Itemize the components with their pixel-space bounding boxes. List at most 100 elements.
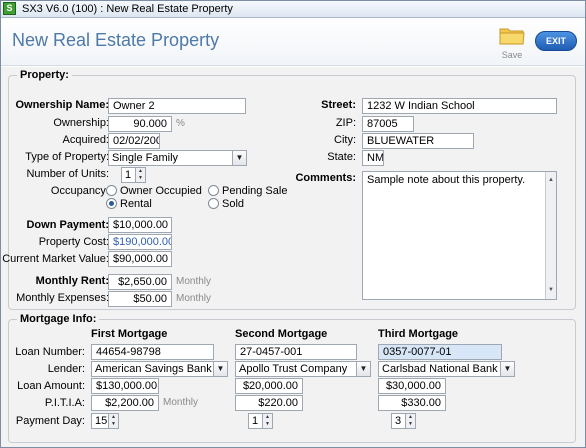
number-of-units-label: Number of Units:	[26, 168, 109, 180]
chevron-down-icon[interactable]: ▼	[356, 362, 370, 376]
down-payment-input[interactable]: $10,000.00	[108, 217, 172, 233]
second-loan-amount-input[interactable]: $20,000.00	[235, 378, 303, 394]
comments-scrollbar[interactable]: ▲ ▼	[545, 172, 556, 299]
city-input[interactable]: BLUEWATER	[362, 133, 474, 149]
piti-label: P.I.T.I.A:	[44, 397, 85, 409]
save-button[interactable]: Save	[494, 23, 530, 61]
ownership-input[interactable]: 90.000	[108, 116, 172, 132]
monthly-rent-unit: Monthly	[176, 276, 212, 287]
radio-pending-sale[interactable]	[208, 185, 219, 196]
second-payment-day-stepper[interactable]: 1 ▲ ▼	[248, 413, 273, 429]
app-icon: S	[3, 2, 16, 15]
ownership-name-input[interactable]: Owner 2	[108, 98, 246, 114]
stepper-buttons[interactable]: ▲ ▼	[262, 414, 272, 428]
spin-up-icon[interactable]: ▲	[136, 168, 145, 175]
third-loan-amount-input[interactable]: $30,000.00	[378, 378, 446, 394]
spin-down-icon[interactable]: ▼	[109, 421, 118, 428]
radio-rental[interactable]	[106, 198, 117, 209]
comments-label: Comments:	[295, 172, 356, 184]
payment-day-label: Payment Day:	[15, 415, 85, 427]
owner-occupied-label: Owner Occupied	[120, 185, 202, 197]
sold-label: Sold	[222, 198, 245, 210]
third-mortgage-header: Third Mortgage	[378, 328, 459, 340]
second-loan-number-input[interactable]: 27-0457-001	[235, 344, 357, 360]
stepper-buttons[interactable]: ▲ ▼	[135, 168, 145, 182]
rental-label: Rental	[120, 198, 152, 210]
exit-button[interactable]: EXIT	[535, 31, 577, 51]
type-of-property-select[interactable]: Single Family ▼	[108, 150, 247, 166]
down-payment-label: Down Payment:	[26, 219, 109, 231]
scroll-up-icon[interactable]: ▲	[546, 174, 556, 187]
type-of-property-label: Type of Property:	[25, 151, 109, 163]
first-loan-amount-input[interactable]: $130,000.00	[91, 378, 159, 394]
number-of-units-value: 1	[125, 169, 132, 181]
pending-sale-label: Pending Sale	[222, 185, 288, 197]
first-lender-value: American Savings Bank Californ	[95, 363, 227, 375]
spin-down-icon[interactable]: ▼	[263, 421, 272, 428]
spin-down-icon[interactable]: ▼	[136, 175, 145, 182]
property-cost-input[interactable]: $190,000.00	[108, 234, 172, 250]
first-lender-select[interactable]: American Savings Bank Californ ▼	[91, 361, 228, 377]
stepper-buttons[interactable]: ▲ ▼	[108, 414, 118, 428]
occupancy-label: Occupancy:	[50, 185, 109, 197]
number-of-units-stepper[interactable]: 1 ▲ ▼	[121, 167, 146, 183]
form-area: Property: Ownership Name: Owner 2 Owners…	[0, 67, 586, 448]
title-bar: S SX3 V6.0 (100) : New Real Estate Prope…	[0, 0, 586, 18]
city-label: City:	[334, 134, 356, 146]
first-payment-day-value: 15	[95, 415, 108, 427]
first-loan-number-input[interactable]: 44654-98798	[91, 344, 214, 360]
state-input[interactable]: NM	[362, 150, 384, 166]
type-of-property-value: Single Family	[112, 152, 179, 164]
monthly-expenses-input[interactable]: $50.00	[108, 291, 172, 307]
third-piti-input[interactable]: $330.00	[378, 395, 446, 411]
percent-unit: %	[176, 118, 185, 129]
chevron-down-icon[interactable]: ▼	[232, 151, 246, 165]
property-cost-label: Property Cost:	[38, 236, 109, 248]
chevron-down-icon[interactable]: ▼	[213, 362, 227, 376]
loan-amount-label: Loan Amount:	[17, 380, 85, 392]
scroll-down-icon[interactable]: ▼	[546, 284, 556, 297]
spin-up-icon[interactable]: ▲	[263, 414, 272, 421]
first-piti-input[interactable]: $2,200.00	[91, 395, 159, 411]
street-label: Street:	[321, 99, 356, 111]
mortgage-legend: Mortgage Info:	[17, 313, 100, 325]
property-legend: Property:	[17, 69, 72, 81]
first-mortgage-header: First Mortgage	[91, 328, 168, 340]
third-lender-value: Carlsbad National Bank	[382, 363, 498, 375]
spin-down-icon[interactable]: ▼	[406, 421, 415, 428]
current-market-value-label: Current Market Value:	[2, 253, 109, 265]
monthly-rent-input[interactable]: $2,650.00	[108, 274, 172, 290]
comments-textarea[interactable]: Sample note about this property. ▲ ▼	[362, 171, 557, 300]
first-payment-day-stepper[interactable]: 15 ▲ ▼	[91, 413, 119, 429]
state-label: State:	[327, 151, 356, 163]
lender-label: Lender:	[47, 363, 85, 375]
second-lender-value: Apollo Trust Company	[239, 363, 348, 375]
current-market-value-input[interactable]: $90,000.00	[108, 251, 172, 267]
third-lender-select[interactable]: Carlsbad National Bank ▼	[378, 361, 515, 377]
stepper-buttons[interactable]: ▲ ▼	[405, 414, 415, 428]
second-piti-input[interactable]: $220.00	[235, 395, 303, 411]
monthly-expenses-label: Monthly Expenses:	[16, 292, 109, 304]
radio-owner-occupied[interactable]	[106, 185, 117, 196]
second-lender-select[interactable]: Apollo Trust Company ▼	[235, 361, 371, 377]
page-title: New Real Estate Property	[12, 30, 220, 50]
second-payment-day-value: 1	[252, 415, 259, 427]
third-payment-day-stepper[interactable]: 3 ▲ ▼	[391, 413, 416, 429]
ownership-name-label: Ownership Name:	[15, 99, 109, 111]
third-payment-day-value: 3	[395, 415, 402, 427]
spin-up-icon[interactable]: ▲	[406, 414, 415, 421]
zip-input[interactable]: 87005	[362, 116, 414, 132]
chevron-down-icon[interactable]: ▼	[500, 362, 514, 376]
radio-sold[interactable]	[208, 198, 219, 209]
monthly-expenses-unit: Monthly	[176, 293, 212, 304]
zip-label: ZIP:	[335, 117, 356, 129]
acquired-label: Acquired:	[62, 134, 109, 146]
monthly-rent-label: Monthly Rent:	[35, 275, 109, 287]
third-loan-number-input[interactable]: 0357-0077-01	[378, 344, 502, 360]
loan-number-label: Loan Number:	[15, 346, 85, 358]
mortgage-group: Mortgage Info: Loan Number: Lender: Loan…	[8, 313, 576, 443]
street-input[interactable]: 1232 W Indian School	[362, 98, 557, 114]
spin-up-icon[interactable]: ▲	[109, 414, 118, 421]
property-group: Property: Ownership Name: Owner 2 Owners…	[2, 69, 576, 310]
acquired-date-input[interactable]: 02/02/2002	[108, 133, 160, 149]
